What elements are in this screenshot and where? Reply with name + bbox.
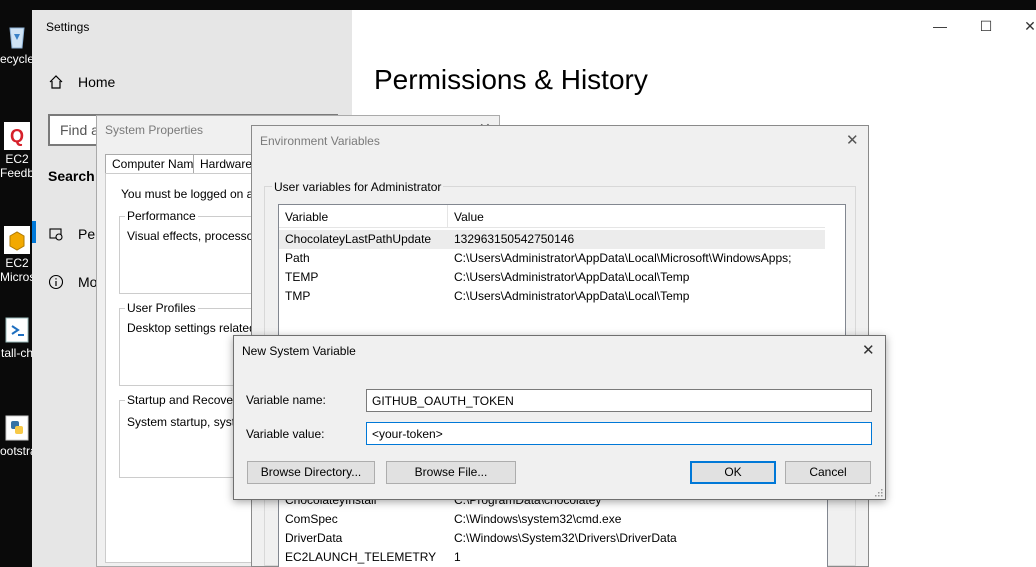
variable-name-input[interactable] bbox=[366, 389, 872, 412]
tab-computer-name[interactable]: Computer Name bbox=[105, 154, 208, 174]
nav-item-label: Mo bbox=[78, 274, 98, 290]
search-placeholder: Find a bbox=[60, 122, 99, 138]
variable-name: Path bbox=[285, 251, 310, 265]
variable-value: C:\Users\Administrator\AppData\Local\Tem… bbox=[454, 289, 690, 303]
cancel-button[interactable]: Cancel bbox=[785, 461, 871, 484]
variable-value: 132963150542750146 bbox=[454, 232, 575, 246]
variable-name: TEMP bbox=[285, 270, 319, 284]
user-variables-label: User variables for Administrator bbox=[272, 180, 444, 194]
nav-item-more[interactable]: Mo bbox=[48, 274, 97, 290]
variable-value: C:\Windows\System32\Drivers\DriverData bbox=[454, 531, 677, 545]
page-title: Permissions & History bbox=[374, 64, 648, 95]
dialog-title: New System Variable bbox=[242, 344, 356, 358]
performance-label: Performance bbox=[125, 209, 198, 223]
search-section-heading: Search bbox=[48, 168, 95, 184]
startup-recovery-label: Startup and Recovery bbox=[125, 393, 246, 407]
settings-window-title: Settings bbox=[46, 20, 90, 34]
install-script-icon bbox=[5, 317, 29, 343]
ec2-feedback-icon: Q bbox=[4, 122, 30, 150]
maximize-button[interactable]: ☐ bbox=[974, 18, 998, 35]
table-row[interactable]: TMP C:\Users\Administrator\AppData\Local… bbox=[279, 287, 825, 306]
svg-text:Q: Q bbox=[10, 126, 24, 146]
desktop-icon-label: EC2 Feedba bbox=[0, 152, 34, 180]
ec2-package-icon bbox=[4, 226, 30, 254]
variable-name-label: Variable name: bbox=[246, 393, 326, 407]
desktop-icon-python-bootstrap[interactable]: ootstra bbox=[0, 414, 34, 458]
new-system-variable-dialog: New System Variable ✕ Variable name: Var… bbox=[233, 335, 886, 500]
selected-indicator bbox=[32, 221, 36, 243]
close-button[interactable]: ✕ bbox=[1018, 18, 1036, 35]
desktop-icon-ec2-feedback[interactable]: Q EC2 Feedba bbox=[0, 122, 34, 180]
variable-value: 1 bbox=[454, 550, 461, 564]
table-row[interactable]: DriverData C:\Windows\System32\Drivers\D… bbox=[279, 529, 825, 548]
browse-directory-button[interactable]: Browse Directory... bbox=[247, 461, 375, 484]
variable-value: C:\Windows\system32\cmd.exe bbox=[454, 512, 622, 526]
desktop-icon-label: ootstra bbox=[0, 444, 34, 458]
minimize-button[interactable]: — bbox=[928, 18, 952, 34]
desktop-icon-ec2-package[interactable]: EC2 Micros bbox=[0, 226, 34, 284]
permissions-icon bbox=[49, 228, 63, 241]
user-profiles-description: Desktop settings related to bbox=[127, 321, 270, 335]
desktop-icon-recycle-bin[interactable]: ecycle bbox=[0, 22, 34, 66]
variable-name: ComSpec bbox=[285, 512, 338, 526]
table-row[interactable]: ComSpec C:\Windows\system32\cmd.exe bbox=[279, 510, 825, 529]
close-icon[interactable]: ✕ bbox=[862, 341, 875, 359]
desktop-icon-install-script[interactable]: tall-ch bbox=[0, 316, 34, 360]
user-variables-list[interactable]: Variable Value ChocolateyLastPathUpdate … bbox=[278, 204, 846, 344]
table-row[interactable]: Path C:\Users\Administrator\AppData\Loca… bbox=[279, 249, 825, 268]
recycle-bin-icon bbox=[9, 27, 25, 49]
variable-value-input[interactable] bbox=[366, 422, 872, 445]
resize-grip-icon[interactable] bbox=[873, 487, 883, 497]
home-label: Home bbox=[78, 74, 116, 90]
performance-description: Visual effects, processor s bbox=[127, 229, 267, 243]
table-row[interactable]: TEMP C:\Users\Administrator\AppData\Loca… bbox=[279, 268, 825, 287]
settings-home-link[interactable]: Home bbox=[48, 74, 115, 90]
ok-button[interactable]: OK bbox=[690, 461, 776, 484]
variable-name: ChocolateyLastPathUpdate bbox=[285, 232, 432, 246]
column-header-variable[interactable]: Variable bbox=[279, 205, 334, 228]
nav-item-permissions[interactable]: Per bbox=[48, 226, 100, 242]
variable-value: C:\Users\Administrator\AppData\Local\Mic… bbox=[454, 251, 792, 265]
variable-name: TMP bbox=[285, 289, 311, 303]
list-header: Variable Value bbox=[279, 205, 825, 228]
desktop-icon-label: tall-ch bbox=[0, 346, 33, 360]
variable-name: DriverData bbox=[285, 531, 343, 545]
python-bootstrap-icon bbox=[5, 415, 29, 441]
logon-notice: You must be logged on as a bbox=[121, 187, 270, 201]
close-icon[interactable]: ✕ bbox=[846, 131, 859, 149]
tab-hardware[interactable]: Hardware bbox=[193, 154, 260, 174]
user-profiles-label: User Profiles bbox=[125, 301, 198, 315]
desktop-icon-label: ecycle bbox=[0, 52, 34, 66]
home-icon bbox=[49, 75, 63, 89]
column-header-value[interactable]: Value bbox=[448, 205, 490, 228]
browse-file-button[interactable]: Browse File... bbox=[386, 461, 516, 484]
table-row[interactable]: EC2LAUNCH_TELEMETRY 1 bbox=[279, 548, 825, 567]
dialog-title: System Properties bbox=[105, 123, 204, 137]
variable-name: EC2LAUNCH_TELEMETRY bbox=[285, 550, 437, 564]
dialog-title: Environment Variables bbox=[260, 134, 380, 148]
variable-value-label: Variable value: bbox=[246, 427, 325, 441]
desktop-icon-label: EC2 Micros bbox=[0, 256, 34, 284]
table-row[interactable]: ChocolateyLastPathUpdate 132963150542750… bbox=[279, 230, 825, 249]
info-icon bbox=[48, 274, 64, 290]
variable-value: C:\Users\Administrator\AppData\Local\Tem… bbox=[454, 270, 690, 284]
